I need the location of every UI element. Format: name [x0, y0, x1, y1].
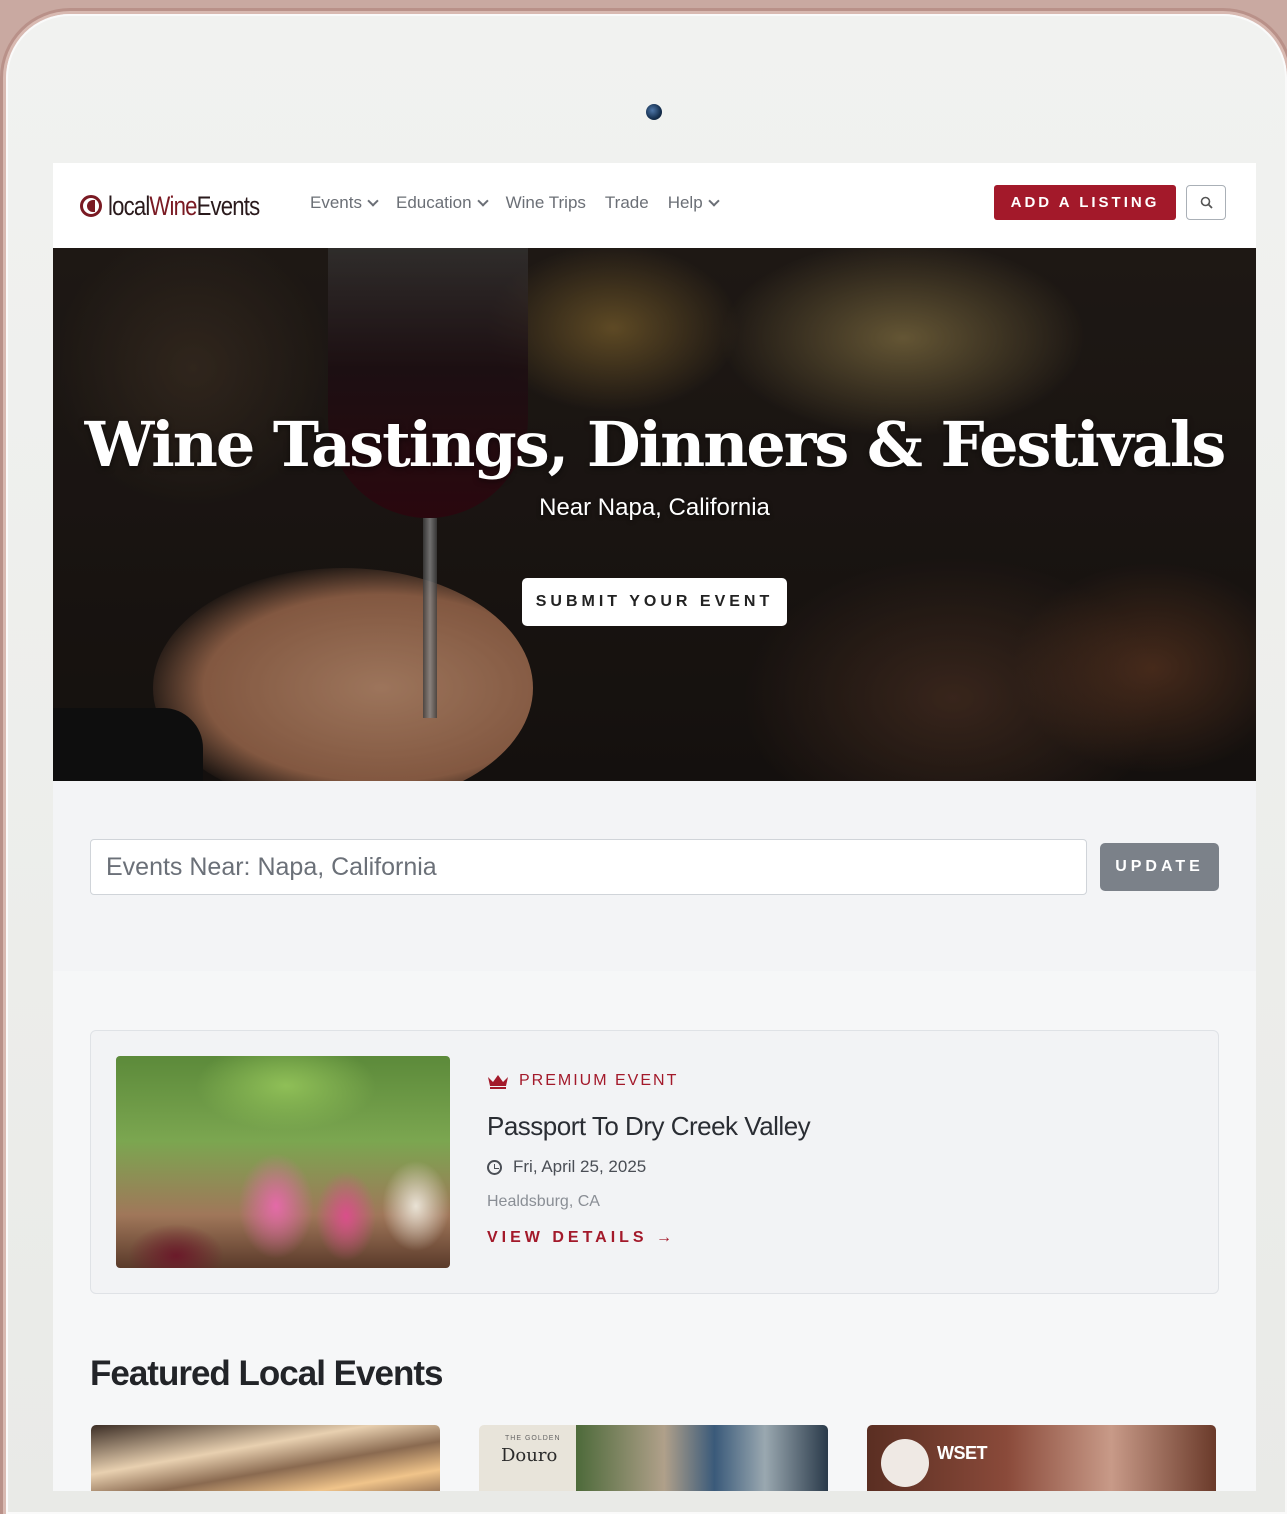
search-button[interactable] — [1186, 185, 1226, 220]
update-button[interactable]: UPDATE — [1100, 843, 1219, 891]
premium-event-card[interactable]: PREMIUM EVENT Passport To Dry Creek Vall… — [90, 1030, 1219, 1294]
featured-heading: Featured Local Events — [90, 1354, 443, 1393]
card2-small-label: THE GOLDEN — [505, 1435, 561, 1442]
nav-education[interactable]: Education — [396, 193, 489, 213]
nav-help[interactable]: Help — [668, 193, 720, 213]
search-icon — [1200, 196, 1213, 209]
browser-screen: localWineEvents Events Education Wine Tr… — [53, 163, 1256, 1491]
chevron-down-icon — [707, 195, 720, 207]
premium-badge: PREMIUM EVENT — [487, 1072, 678, 1090]
location-input-value: Events Near: Napa, California — [106, 852, 437, 881]
view-details-link[interactable]: VIEW DETAILS → — [487, 1229, 676, 1247]
add-listing-button[interactable]: ADD A LISTING — [994, 185, 1176, 220]
clock-icon — [487, 1159, 502, 1175]
chevron-down-icon — [367, 195, 379, 207]
logo-icon — [80, 195, 102, 217]
premium-event-title[interactable]: Passport To Dry Creek Valley — [487, 1111, 811, 1142]
site-logo[interactable]: localWineEvents — [80, 187, 293, 225]
nav-wine-trips[interactable]: Wine Trips — [506, 193, 586, 213]
nav-trade[interactable]: Trade — [605, 193, 649, 213]
featured-card-2-image[interactable]: THE GOLDEN Douro — [479, 1425, 828, 1491]
nav-events[interactable]: Events — [310, 193, 379, 213]
location-input[interactable]: Events Near: Napa, California — [90, 839, 1087, 895]
premium-event-location: Healdsburg, CA — [487, 1193, 600, 1210]
crown-icon — [488, 1075, 508, 1089]
chevron-down-icon — [476, 195, 489, 207]
front-camera — [646, 104, 662, 120]
premium-event-image[interactable] — [116, 1056, 450, 1268]
logo-text: localWineEvents — [108, 190, 260, 221]
featured-card-3-image[interactable]: WSET — [867, 1425, 1216, 1491]
main-nav: Events Education Wine Trips Trade Help — [310, 193, 737, 213]
featured-card-1-image[interactable] — [91, 1425, 440, 1491]
hero-subtitle: Near Napa, California — [539, 494, 770, 521]
site-header: localWineEvents Events Education Wine Tr… — [53, 163, 1256, 248]
wset-logo-icon — [881, 1439, 929, 1487]
hero-banner: Wine Tastings, Dinners & Festivals Near … — [53, 248, 1256, 781]
wset-logo-text: WSET — [937, 1443, 988, 1463]
submit-event-button[interactable]: SUBMIT YOUR EVENT — [522, 578, 787, 626]
premium-event-date: Fri, April 25, 2025 — [487, 1157, 646, 1177]
hero-title: Wine Tastings, Dinners & Festivals — [84, 408, 1227, 481]
card2-label: Douro — [501, 1445, 558, 1466]
